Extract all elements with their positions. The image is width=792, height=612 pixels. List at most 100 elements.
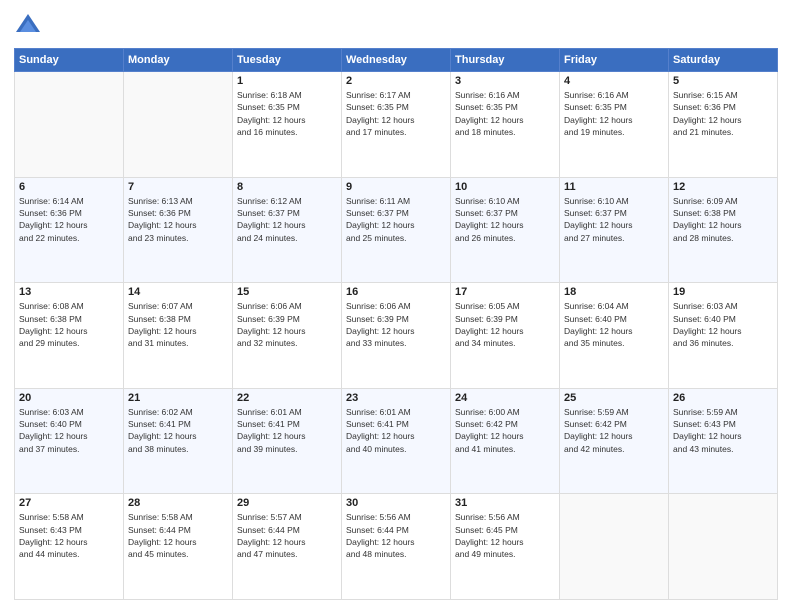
cell-content: Sunrise: 6:01 AM Sunset: 6:41 PM Dayligh…	[237, 406, 337, 455]
calendar-cell: 14 Sunrise: 6:07 AM Sunset: 6:38 PM Dayli…	[124, 283, 233, 389]
header	[14, 12, 778, 40]
cell-content: Sunrise: 6:02 AM Sunset: 6:41 PM Dayligh…	[128, 406, 228, 455]
cell-content: Sunrise: 6:18 AM Sunset: 6:35 PM Dayligh…	[237, 89, 337, 138]
calendar-cell	[124, 72, 233, 178]
day-number: 29	[237, 497, 337, 509]
cell-content: Sunrise: 6:03 AM Sunset: 6:40 PM Dayligh…	[19, 406, 119, 455]
calendar-cell: 30 Sunrise: 5:56 AM Sunset: 6:44 PM Dayli…	[342, 494, 451, 600]
day-number: 31	[455, 497, 555, 509]
cell-content: Sunrise: 6:07 AM Sunset: 6:38 PM Dayligh…	[128, 300, 228, 349]
day-number: 13	[19, 286, 119, 298]
day-number: 1	[237, 75, 337, 87]
day-number: 14	[128, 286, 228, 298]
calendar-cell: 21 Sunrise: 6:02 AM Sunset: 6:41 PM Dayli…	[124, 388, 233, 494]
calendar-week-row: 13 Sunrise: 6:08 AM Sunset: 6:38 PM Dayli…	[15, 283, 778, 389]
calendar-cell: 1 Sunrise: 6:18 AM Sunset: 6:35 PM Daylig…	[233, 72, 342, 178]
calendar-cell: 10 Sunrise: 6:10 AM Sunset: 6:37 PM Dayli…	[451, 177, 560, 283]
cell-content: Sunrise: 6:00 AM Sunset: 6:42 PM Dayligh…	[455, 406, 555, 455]
calendar-cell	[560, 494, 669, 600]
day-number: 7	[128, 181, 228, 193]
calendar-body: 1 Sunrise: 6:18 AM Sunset: 6:35 PM Daylig…	[15, 72, 778, 600]
calendar-cell: 15 Sunrise: 6:06 AM Sunset: 6:39 PM Dayli…	[233, 283, 342, 389]
cell-content: Sunrise: 6:17 AM Sunset: 6:35 PM Dayligh…	[346, 89, 446, 138]
day-number: 24	[455, 392, 555, 404]
cell-content: Sunrise: 6:09 AM Sunset: 6:38 PM Dayligh…	[673, 195, 773, 244]
day-number: 25	[564, 392, 664, 404]
day-number: 22	[237, 392, 337, 404]
day-number: 23	[346, 392, 446, 404]
cell-content: Sunrise: 6:03 AM Sunset: 6:40 PM Dayligh…	[673, 300, 773, 349]
calendar-cell: 28 Sunrise: 5:58 AM Sunset: 6:44 PM Dayli…	[124, 494, 233, 600]
day-number: 20	[19, 392, 119, 404]
day-number: 27	[19, 497, 119, 509]
calendar-cell: 26 Sunrise: 5:59 AM Sunset: 6:43 PM Dayli…	[669, 388, 778, 494]
calendar-header-row: SundayMondayTuesdayWednesdayThursdayFrid…	[15, 49, 778, 72]
calendar-week-row: 20 Sunrise: 6:03 AM Sunset: 6:40 PM Dayli…	[15, 388, 778, 494]
calendar-day-header: Monday	[124, 49, 233, 72]
day-number: 30	[346, 497, 446, 509]
day-number: 3	[455, 75, 555, 87]
calendar-cell: 18Sunrise: 6:04 AM Sunset: 6:40 PM Dayli…	[560, 283, 669, 389]
calendar-week-row: 1 Sunrise: 6:18 AM Sunset: 6:35 PM Daylig…	[15, 72, 778, 178]
day-number: 11	[564, 181, 664, 193]
calendar-cell: 12 Sunrise: 6:09 AM Sunset: 6:38 PM Dayli…	[669, 177, 778, 283]
cell-content: Sunrise: 6:01 AM Sunset: 6:41 PM Dayligh…	[346, 406, 446, 455]
calendar-cell: 11Sunrise: 6:10 AM Sunset: 6:37 PM Dayli…	[560, 177, 669, 283]
calendar-table: SundayMondayTuesdayWednesdayThursdayFrid…	[14, 48, 778, 600]
calendar-week-row: 6Sunrise: 6:14 AM Sunset: 6:36 PM Daylig…	[15, 177, 778, 283]
day-number: 19	[673, 286, 773, 298]
calendar-cell: 4Sunrise: 6:16 AM Sunset: 6:35 PM Daylig…	[560, 72, 669, 178]
cell-content: Sunrise: 5:59 AM Sunset: 6:43 PM Dayligh…	[673, 406, 773, 455]
calendar-cell: 23 Sunrise: 6:01 AM Sunset: 6:41 PM Dayli…	[342, 388, 451, 494]
calendar-day-header: Tuesday	[233, 49, 342, 72]
cell-content: Sunrise: 5:56 AM Sunset: 6:45 PM Dayligh…	[455, 511, 555, 560]
cell-content: Sunrise: 6:06 AM Sunset: 6:39 PM Dayligh…	[237, 300, 337, 349]
calendar-week-row: 27 Sunrise: 5:58 AM Sunset: 6:43 PM Dayli…	[15, 494, 778, 600]
calendar-cell: 9Sunrise: 6:11 AM Sunset: 6:37 PM Daylig…	[342, 177, 451, 283]
calendar-cell: 19 Sunrise: 6:03 AM Sunset: 6:40 PM Dayli…	[669, 283, 778, 389]
calendar-cell: 27 Sunrise: 5:58 AM Sunset: 6:43 PM Dayli…	[15, 494, 124, 600]
calendar-cell: 8 Sunrise: 6:12 AM Sunset: 6:37 PM Daylig…	[233, 177, 342, 283]
logo	[14, 12, 44, 40]
calendar-cell: 2 Sunrise: 6:17 AM Sunset: 6:35 PM Daylig…	[342, 72, 451, 178]
cell-content: Sunrise: 5:57 AM Sunset: 6:44 PM Dayligh…	[237, 511, 337, 560]
calendar-cell: 29 Sunrise: 5:57 AM Sunset: 6:44 PM Dayli…	[233, 494, 342, 600]
day-number: 8	[237, 181, 337, 193]
calendar-cell: 22 Sunrise: 6:01 AM Sunset: 6:41 PM Dayli…	[233, 388, 342, 494]
day-number: 10	[455, 181, 555, 193]
day-number: 26	[673, 392, 773, 404]
day-number: 15	[237, 286, 337, 298]
day-number: 21	[128, 392, 228, 404]
calendar-day-header: Saturday	[669, 49, 778, 72]
day-number: 9	[346, 181, 446, 193]
calendar-day-header: Thursday	[451, 49, 560, 72]
cell-content: Sunrise: 5:58 AM Sunset: 6:44 PM Dayligh…	[128, 511, 228, 560]
calendar-cell: 6Sunrise: 6:14 AM Sunset: 6:36 PM Daylig…	[15, 177, 124, 283]
day-number: 18	[564, 286, 664, 298]
day-number: 12	[673, 181, 773, 193]
calendar-day-header: Friday	[560, 49, 669, 72]
cell-content: Sunrise: 5:59 AM Sunset: 6:42 PM Dayligh…	[564, 406, 664, 455]
cell-content: Sunrise: 6:14 AM Sunset: 6:36 PM Dayligh…	[19, 195, 119, 244]
calendar-cell: 3 Sunrise: 6:16 AM Sunset: 6:35 PM Daylig…	[451, 72, 560, 178]
day-number: 16	[346, 286, 446, 298]
cell-content: Sunrise: 6:15 AM Sunset: 6:36 PM Dayligh…	[673, 89, 773, 138]
calendar-cell: 16Sunrise: 6:06 AM Sunset: 6:39 PM Dayli…	[342, 283, 451, 389]
day-number: 28	[128, 497, 228, 509]
page: SundayMondayTuesdayWednesdayThursdayFrid…	[0, 0, 792, 612]
cell-content: Sunrise: 6:10 AM Sunset: 6:37 PM Dayligh…	[455, 195, 555, 244]
cell-content: Sunrise: 6:08 AM Sunset: 6:38 PM Dayligh…	[19, 300, 119, 349]
cell-content: Sunrise: 6:16 AM Sunset: 6:35 PM Dayligh…	[455, 89, 555, 138]
cell-content: Sunrise: 5:58 AM Sunset: 6:43 PM Dayligh…	[19, 511, 119, 560]
calendar-cell: 5Sunrise: 6:15 AM Sunset: 6:36 PM Daylig…	[669, 72, 778, 178]
calendar-cell	[15, 72, 124, 178]
calendar-day-header: Wednesday	[342, 49, 451, 72]
calendar-cell: 17Sunrise: 6:05 AM Sunset: 6:39 PM Dayli…	[451, 283, 560, 389]
calendar-day-header: Sunday	[15, 49, 124, 72]
calendar-cell: 7 Sunrise: 6:13 AM Sunset: 6:36 PM Daylig…	[124, 177, 233, 283]
day-number: 2	[346, 75, 446, 87]
cell-content: Sunrise: 6:16 AM Sunset: 6:35 PM Dayligh…	[564, 89, 664, 138]
cell-content: Sunrise: 6:13 AM Sunset: 6:36 PM Dayligh…	[128, 195, 228, 244]
cell-content: Sunrise: 5:56 AM Sunset: 6:44 PM Dayligh…	[346, 511, 446, 560]
cell-content: Sunrise: 6:12 AM Sunset: 6:37 PM Dayligh…	[237, 195, 337, 244]
